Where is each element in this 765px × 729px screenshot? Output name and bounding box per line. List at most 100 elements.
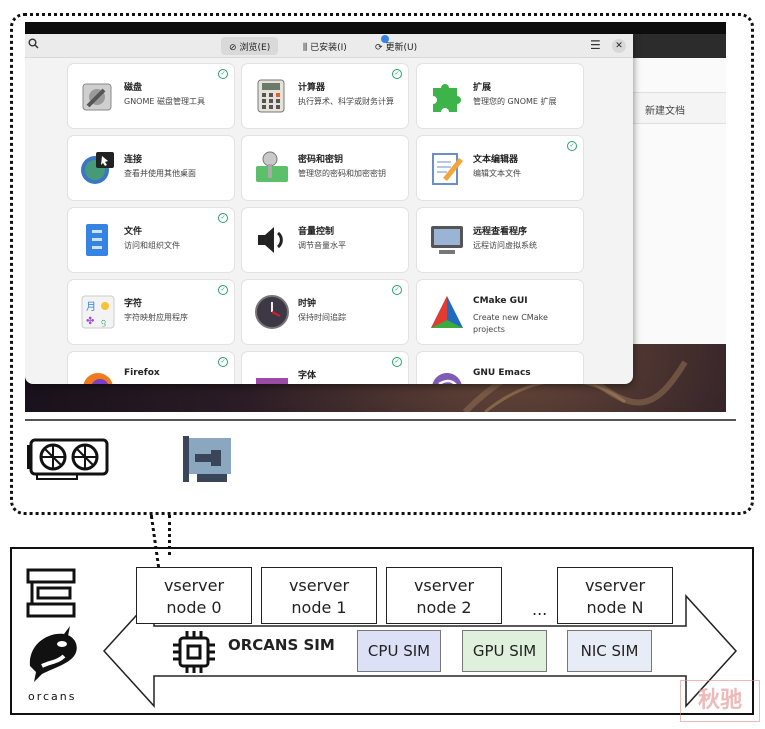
clock-icon [254, 294, 290, 330]
orcans-brand: orcans [28, 690, 77, 703]
app-description: 管理您的密码和加密密钥 [298, 169, 386, 178]
app-description: 保持时间追踪 [298, 313, 346, 322]
app-card[interactable]: 音量控制 调节音量水平 [242, 208, 408, 272]
orca-logo-icon [29, 626, 77, 682]
installed-check-icon: ✓ [392, 285, 402, 295]
vserver-node: node 1 [291, 598, 347, 617]
app-card[interactable]: 密码和密钥 管理您的密码和加密密钥 [242, 136, 408, 200]
tab-explore[interactable]: ⊘ 浏览(E) [221, 37, 279, 55]
nic-sim-box: NIC SIM [567, 630, 652, 672]
updates-icon: ⟳ [375, 43, 383, 53]
close-icon[interactable]: ✕ [612, 39, 626, 53]
app-name: GNU Emacs [473, 368, 531, 378]
monitor-icon [429, 222, 465, 258]
installed-icon: ⫼ [303, 43, 308, 53]
tab-installed-label: 已安装(I) [310, 43, 347, 53]
vserver-node-2: vserver node 2 [386, 567, 502, 624]
app-name: 磁盘 [124, 83, 143, 93]
app-card[interactable]: 文件 访问和组织文件 ✓ [68, 208, 234, 272]
vserver-label: vserver [163, 576, 225, 595]
app-card[interactable]: 扩展 管理您的 GNOME 扩展 [417, 64, 583, 128]
chip-icon [173, 631, 215, 673]
installed-check-icon: ✓ [218, 213, 228, 223]
connections-icon [80, 150, 116, 186]
installed-check-icon: ✓ [392, 69, 402, 79]
app-description: 执行算术、科学或财务计算 [298, 97, 394, 106]
gpu-sim-box: GPU SIM [462, 630, 547, 672]
app-description: 调节音量水平 [298, 241, 346, 250]
tab-updates[interactable]: ⟳ 更新(U) [367, 37, 425, 55]
app-card[interactable]: 磁盘 GNOME 磁盘管理工具 ✓ [68, 64, 234, 128]
app-description: 远程访问虚拟系统 [473, 241, 537, 250]
app-name: 时钟 [298, 299, 317, 309]
app-description: 访问和组织文件 [124, 241, 180, 250]
new-document-tab[interactable]: 新建文档 [625, 92, 726, 124]
file-manager-window: 新建文档 [625, 34, 726, 344]
vserver-node-n: vserver node N [557, 567, 673, 624]
installed-check-icon: ✓ [218, 357, 228, 367]
explore-icon: ⊘ [229, 43, 237, 53]
app-name: 文本编辑器 [473, 155, 519, 165]
app-card[interactable]: 时钟 保持时间追踪 ✓ [242, 280, 408, 344]
top-bar [25, 22, 726, 34]
firefox-icon [80, 366, 116, 384]
menu-icon[interactable]: ☰ [590, 38, 601, 52]
installed-check-icon: ✓ [218, 69, 228, 79]
app-card[interactable]: 连接 查看并使用其他桌面 [68, 136, 234, 200]
updates-badge [381, 35, 389, 43]
svg-text:ᦋ: ᦋ [101, 317, 106, 327]
watermark-stamp: 秋驰 [680, 680, 760, 722]
app-card[interactable]: 远程查看程序 远程访问虚拟系统 [417, 208, 583, 272]
app-description: GNOME 磁盘管理工具 [124, 97, 205, 106]
app-card[interactable]: 月 ✤ ᦋ 字符 字符映射应用程序 ✓ [68, 280, 234, 344]
fonts-icon: a a [254, 366, 290, 384]
app-card[interactable]: 文本编辑器 编辑文本文件 ✓ [417, 136, 583, 200]
app-name: 扩展 [473, 83, 492, 93]
gpu-card-icon [27, 438, 109, 480]
app-name: 计算器 [298, 83, 326, 93]
vserver-label: vserver [413, 576, 475, 595]
svg-text:✤: ✤ [86, 316, 94, 327]
app-description: 字符映射应用程序 [124, 313, 188, 322]
app-name: 文件 [124, 227, 143, 237]
vserver-label: vserver [288, 576, 350, 595]
calculator-icon [254, 78, 290, 114]
search-icon[interactable] [28, 38, 39, 52]
app-name: Firefox [124, 368, 160, 378]
key-icon [254, 150, 290, 186]
app-name: 字体 [298, 371, 317, 381]
divider [25, 419, 736, 421]
disks-icon [80, 78, 116, 114]
vserver-node: node 0 [166, 598, 222, 617]
cmake-icon [429, 294, 465, 330]
vserver-label: vserver [584, 576, 646, 595]
server-rack-icon [26, 568, 76, 618]
app-name: 远程查看程序 [473, 227, 528, 237]
app-card[interactable]: a a 字体 ✓ [242, 352, 408, 384]
software-header: ⊘ 浏览(E) ⫼ 已安装(I) ⟳ 更新(U) ☰ ✕ [25, 34, 633, 58]
puzzle-icon [429, 78, 465, 114]
app-card[interactable]: Firefox ✓ [68, 352, 234, 384]
installed-check-icon: ✓ [392, 357, 402, 367]
app-card[interactable]: 计算器 执行算术、科学或财务计算 ✓ [242, 64, 408, 128]
software-window: ⊘ 浏览(E) ⫼ 已安装(I) ⟳ 更新(U) ☰ ✕ 磁盘 GNOME 磁盘管理工… [25, 34, 633, 384]
text-editor-icon [429, 150, 465, 186]
app-name: 连接 [124, 155, 143, 165]
file-manager-header [625, 34, 726, 58]
app-description: 查看并使用其他桌面 [124, 169, 196, 178]
cpu-sim-box: CPU SIM [357, 630, 441, 672]
speaker-icon [254, 222, 290, 258]
vserver-node: node N [586, 598, 644, 617]
app-description: 编辑文本文件 [473, 169, 521, 178]
app-card[interactable]: CMake GUI Create new CMake projects [417, 280, 583, 344]
app-name: 字符 [124, 299, 143, 309]
vserver-node: node 2 [416, 598, 472, 617]
desktop-screenshot: 新建文档 ⊘ 浏览(E) ⫼ 已安装(I) ⟳ 更新(U) ☰ ✕ 磁盘 GNOME … [25, 22, 726, 412]
sim-title: ORCANS SIM [228, 636, 335, 654]
app-card[interactable]: GNU Emacs [417, 352, 583, 384]
ellipsis: ... [532, 600, 548, 619]
vserver-node-1: vserver node 1 [261, 567, 377, 624]
tab-installed[interactable]: ⫼ 已安装(I) [295, 37, 355, 55]
app-name: 密码和密钥 [298, 155, 344, 165]
app-description: Create new CMake projects [473, 313, 548, 334]
